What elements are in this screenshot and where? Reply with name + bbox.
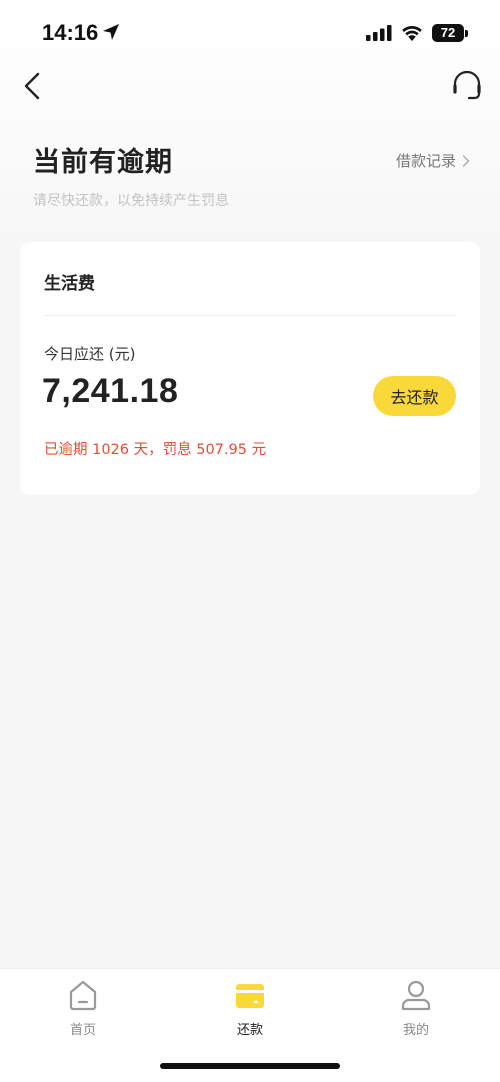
card-divider bbox=[44, 315, 456, 316]
page-title: 当前有逾期 bbox=[33, 147, 173, 178]
due-amount: 7,241.18 bbox=[42, 372, 179, 410]
loan-card: 生活费 今日应还 (元) 7,241.18 去还款 已逾期 1026 天，罚息 … bbox=[20, 242, 480, 495]
repay-button[interactable]: 去还款 bbox=[373, 376, 456, 416]
user-icon bbox=[401, 980, 431, 1011]
loan-records-link[interactable]: 借款记录 bbox=[396, 150, 470, 171]
tab-repay-label: 还款 bbox=[236, 1023, 263, 1038]
signal-icon bbox=[366, 25, 392, 41]
chevron-left-icon[interactable] bbox=[20, 70, 48, 102]
tab-mine[interactable]: 我的 bbox=[366, 977, 466, 1047]
page-subtitle: 请尽快还款，以免持续产生罚息 bbox=[33, 193, 229, 209]
loan-name: 生活费 bbox=[44, 274, 95, 294]
due-today-label: 今日应还 (元) bbox=[44, 345, 136, 363]
overdue-notice: 已逾期 1026 天，罚息 507.95 元 bbox=[44, 442, 267, 458]
chevron-right-icon bbox=[462, 154, 470, 167]
location-arrow-icon bbox=[103, 24, 119, 40]
repayment-page: 14:16 72 当前有逾期 借款记录 请尽快还款，以免持续产生罚息 生活费 今… bbox=[0, 0, 500, 1082]
battery-tip bbox=[465, 30, 468, 37]
card-icon bbox=[236, 984, 264, 1008]
home-icon bbox=[69, 980, 97, 1011]
headset-icon[interactable] bbox=[450, 70, 484, 102]
loan-records-label: 借款记录 bbox=[395, 152, 456, 170]
wifi-icon bbox=[402, 25, 422, 41]
tab-home[interactable]: 首页 bbox=[33, 977, 133, 1047]
status-time: 14:16 bbox=[42, 20, 99, 45]
tab-home-label: 首页 bbox=[69, 1023, 96, 1038]
battery-icon: 72 bbox=[432, 24, 464, 42]
status-bar: 14:16 72 bbox=[0, 0, 500, 64]
tab-repay[interactable]: 还款 bbox=[200, 977, 300, 1047]
tab-mine-label: 我的 bbox=[402, 1023, 429, 1038]
home-indicator bbox=[160, 1063, 340, 1069]
